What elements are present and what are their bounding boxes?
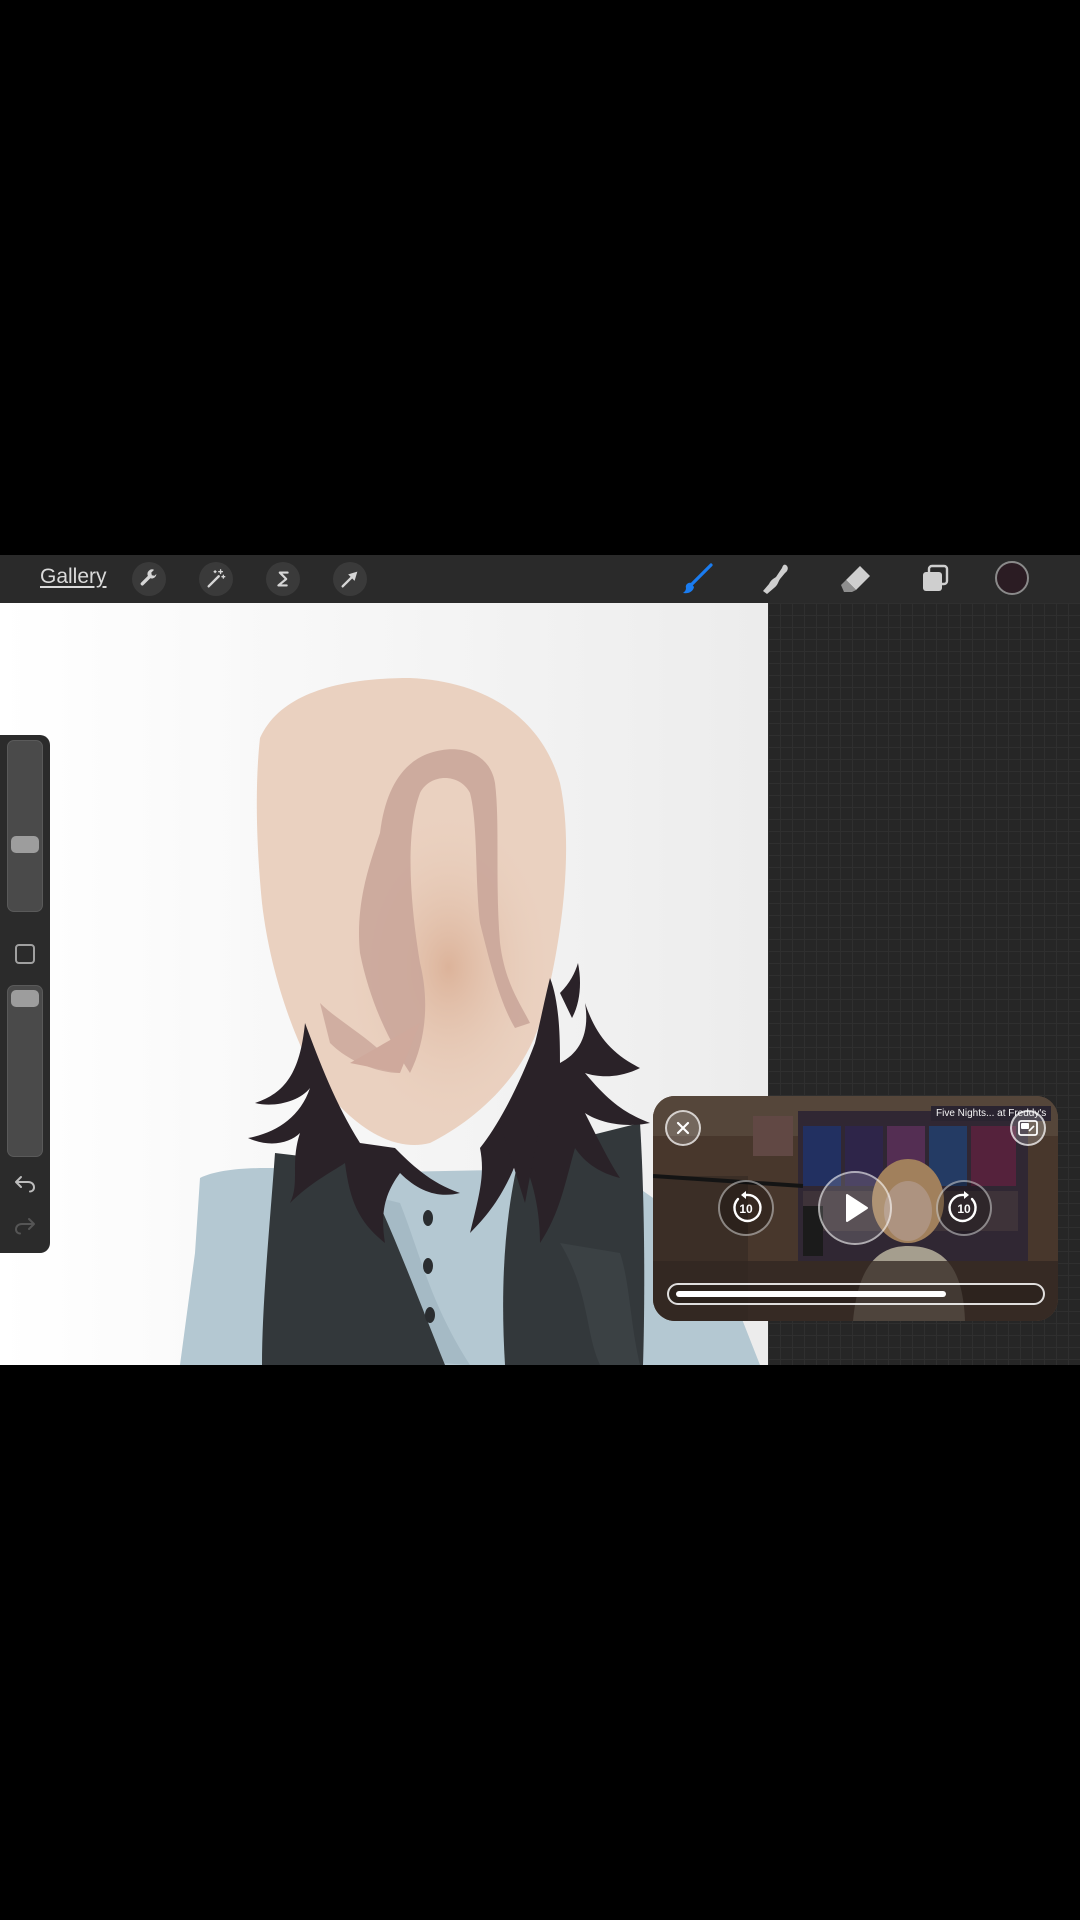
arrow-cursor-icon <box>341 571 358 588</box>
brush-size-slider[interactable] <box>7 740 43 912</box>
selection-s-icon <box>277 571 289 587</box>
eraser-tool[interactable] <box>838 561 874 597</box>
adjustments-button[interactable] <box>199 562 233 596</box>
skip-forward-label: 10 <box>957 1202 971 1216</box>
redo-icon <box>15 1218 35 1235</box>
pip-close-button[interactable] <box>665 1110 701 1146</box>
transform-button[interactable] <box>333 562 367 596</box>
undo-icon <box>15 1176 35 1193</box>
eraser-icon <box>841 566 870 592</box>
skip-back-button[interactable]: 10 <box>718 1180 774 1236</box>
skip-back-label: 10 <box>739 1202 753 1216</box>
procreate-app: Gallery Five Nights... at Freddy's 10 10 <box>0 555 1080 1365</box>
gallery-button[interactable]: Gallery <box>40 565 107 589</box>
video-progress-bar[interactable] <box>667 1283 1045 1305</box>
brush-size-thumb[interactable] <box>11 836 39 853</box>
left-sidebar <box>0 735 50 1253</box>
magic-wand-icon <box>207 569 226 588</box>
brush-tool[interactable] <box>680 561 716 597</box>
video-progress-fill <box>676 1291 946 1297</box>
pip-video-player[interactable]: Five Nights... at Freddy's 10 10 <box>653 1096 1058 1321</box>
layers-button[interactable] <box>917 561 953 597</box>
play-button[interactable] <box>818 1171 892 1245</box>
layers-icon <box>923 564 949 591</box>
close-icon <box>676 1121 690 1135</box>
opacity-thumb[interactable] <box>11 990 39 1007</box>
smudge-tool[interactable] <box>758 561 794 597</box>
smudge-finger-icon <box>763 564 788 594</box>
skip-back-icon: 10 <box>733 1191 762 1223</box>
wrench-icon <box>140 569 157 586</box>
modify-button[interactable] <box>15 944 35 964</box>
brush-icon <box>683 563 713 594</box>
skip-forward-button[interactable]: 10 <box>936 1180 992 1236</box>
undo-button[interactable] <box>11 1171 39 1195</box>
selection-button[interactable] <box>266 562 300 596</box>
actions-button[interactable] <box>132 562 166 596</box>
play-icon <box>846 1194 868 1222</box>
opacity-slider[interactable] <box>7 985 43 1157</box>
redo-button[interactable] <box>11 1213 39 1237</box>
top-toolbar: Gallery <box>0 555 1080 603</box>
pip-restore-button[interactable] <box>1010 1110 1046 1146</box>
pip-restore-icon <box>1018 1120 1038 1136</box>
skip-forward-icon: 10 <box>948 1191 977 1223</box>
color-picker-button[interactable] <box>995 561 1029 595</box>
